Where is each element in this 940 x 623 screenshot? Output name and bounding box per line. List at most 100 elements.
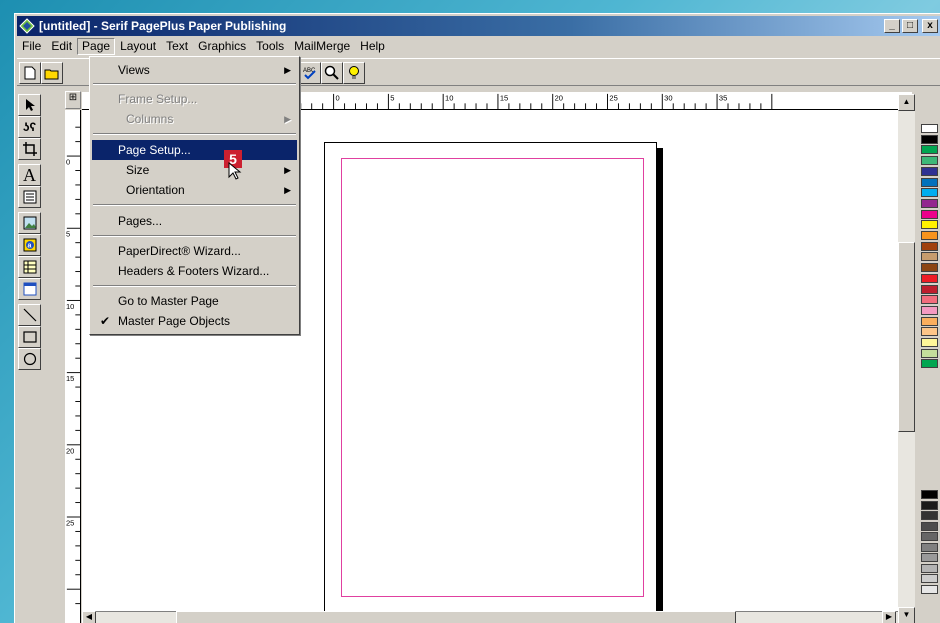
svg-text:a: a: [27, 243, 31, 250]
close-button[interactable]: x: [922, 19, 938, 33]
menu-help[interactable]: Help: [355, 38, 390, 55]
gray-swatch[interactable]: [921, 511, 938, 520]
gray-swatch[interactable]: [921, 490, 938, 499]
horizontal-scrollbar[interactable]: ◀ ▶: [82, 611, 898, 623]
color-swatch[interactable]: [921, 252, 938, 262]
maximize-button[interactable]: □: [902, 19, 918, 33]
ruler-label: 5: [66, 230, 70, 239]
ellipse-tool-icon[interactable]: [18, 348, 41, 370]
color-swatch[interactable]: [921, 327, 938, 337]
scroll-down-button[interactable]: ▼: [898, 607, 915, 623]
ruler-origin-icon[interactable]: ⊞: [65, 91, 81, 109]
calendar-tool-icon[interactable]: [18, 278, 41, 300]
new-document-icon[interactable]: [19, 62, 41, 84]
minimize-button[interactable]: _: [884, 19, 900, 33]
picture-tool-icon[interactable]: [18, 212, 41, 234]
rotate-tool-icon[interactable]: ʖʕ: [18, 116, 41, 138]
color-swatch[interactable]: [921, 198, 938, 208]
gray-swatch[interactable]: [921, 563, 938, 573]
scroll-right-button[interactable]: ▶: [882, 611, 896, 623]
gray-swatch[interactable]: [921, 574, 938, 583]
color-swatch[interactable]: [921, 338, 938, 347]
menu-bar: File Edit Page Layout Text Graphics Tool…: [17, 37, 940, 56]
gray-swatch[interactable]: [921, 542, 938, 552]
scroll-left-button[interactable]: ◀: [82, 611, 96, 623]
color-swatch[interactable]: [921, 295, 938, 305]
document-page[interactable]: [324, 142, 657, 613]
ruler-label: 25: [66, 518, 74, 527]
menu-edit[interactable]: Edit: [46, 38, 77, 55]
ruler-label: 20: [555, 94, 563, 103]
menu-separator: [93, 235, 296, 237]
menu-page[interactable]: Page: [77, 38, 116, 55]
menu-item-master-page-objects[interactable]: ✔ Master Page Objects: [92, 311, 297, 331]
vertical-scrollbar[interactable]: ▲ ▼: [898, 94, 915, 623]
menu-item-go-to-master-page[interactable]: Go to Master Page: [92, 291, 297, 311]
color-swatch[interactable]: [921, 188, 938, 198]
ole-object-tool-icon[interactable]: a: [18, 234, 41, 256]
color-swatch[interactable]: [921, 156, 938, 166]
gray-swatch[interactable]: [921, 532, 938, 541]
menu-graphics[interactable]: Graphics: [193, 38, 251, 55]
gray-swatch[interactable]: [921, 521, 938, 531]
color-swatch[interactable]: [921, 316, 938, 326]
pointer-tool-icon[interactable]: [18, 94, 41, 116]
window-title: [untitled] - Serif PagePlus Paper Publis…: [39, 19, 287, 33]
color-swatch[interactable]: [921, 209, 938, 219]
menu-item-orientation[interactable]: Orientation ▶: [92, 180, 297, 200]
text-frame-tool-icon[interactable]: [18, 186, 41, 208]
ruler-label: 10: [66, 302, 74, 311]
color-swatch[interactable]: [921, 166, 938, 176]
color-swatch[interactable]: [921, 359, 938, 369]
scroll-thumb[interactable]: [898, 242, 915, 432]
zoom-icon[interactable]: [321, 62, 343, 84]
table-tool-icon[interactable]: [18, 256, 41, 278]
margin-guide: [341, 158, 644, 597]
menu-item-headers-footers-wizard[interactable]: Headers & Footers Wizard...: [92, 261, 297, 281]
vertical-ruler[interactable]: 0 5 10 15 20 25: [65, 110, 81, 623]
color-swatch[interactable]: [921, 263, 938, 273]
menu-item-paperdirect-wizard[interactable]: PaperDirect® Wizard...: [92, 241, 297, 261]
gray-swatch[interactable]: [921, 553, 938, 562]
color-swatch[interactable]: [921, 305, 938, 315]
ruler-label: 15: [66, 374, 74, 383]
menu-item-frame-setup[interactable]: Frame Setup...: [92, 89, 297, 109]
color-swatch[interactable]: [921, 273, 938, 283]
scroll-up-button[interactable]: ▲: [898, 94, 915, 111]
menu-item-size[interactable]: Size ▶: [92, 160, 297, 180]
color-swatch[interactable]: [921, 177, 938, 187]
menu-text[interactable]: Text: [161, 38, 193, 55]
color-swatch[interactable]: [921, 284, 938, 294]
menu-separator: [93, 83, 296, 85]
menu-item-pages[interactable]: Pages...: [92, 211, 297, 231]
color-swatch[interactable]: [921, 231, 938, 240]
rectangle-tool-icon[interactable]: [18, 326, 41, 348]
color-swatch[interactable]: [921, 220, 938, 230]
color-swatch[interactable]: [921, 241, 938, 251]
menu-separator: [93, 204, 296, 206]
line-tool-icon[interactable]: [18, 304, 41, 326]
crop-tool-icon[interactable]: [18, 138, 41, 160]
spell-check-icon[interactable]: ABC: [299, 62, 321, 84]
title-bar[interactable]: [untitled] - Serif PagePlus Paper Publis…: [17, 16, 940, 36]
menu-item-views[interactable]: Views ▶: [92, 60, 297, 80]
gray-swatch[interactable]: [921, 584, 938, 594]
ruler-label: 15: [500, 94, 508, 103]
text-tool-icon[interactable]: A: [18, 164, 41, 186]
ruler-label: 5: [390, 94, 394, 103]
hscroll-thumb[interactable]: [176, 611, 736, 623]
menu-item-page-setup[interactable]: Page Setup...: [92, 140, 297, 160]
submenu-arrow-icon: ▶: [284, 114, 291, 124]
menu-file[interactable]: File: [17, 38, 46, 55]
color-swatch[interactable]: [921, 348, 938, 358]
gray-swatch[interactable]: [921, 500, 938, 510]
lightbulb-icon[interactable]: [343, 62, 365, 84]
color-swatch[interactable]: [921, 145, 938, 155]
menu-tools[interactable]: Tools: [251, 38, 289, 55]
color-swatch[interactable]: [921, 124, 938, 133]
menu-item-columns[interactable]: Columns ▶: [92, 109, 297, 129]
menu-mailmerge[interactable]: MailMerge: [289, 38, 355, 55]
open-folder-icon[interactable]: [41, 62, 63, 84]
menu-layout[interactable]: Layout: [115, 38, 161, 55]
color-swatch[interactable]: [921, 134, 938, 144]
